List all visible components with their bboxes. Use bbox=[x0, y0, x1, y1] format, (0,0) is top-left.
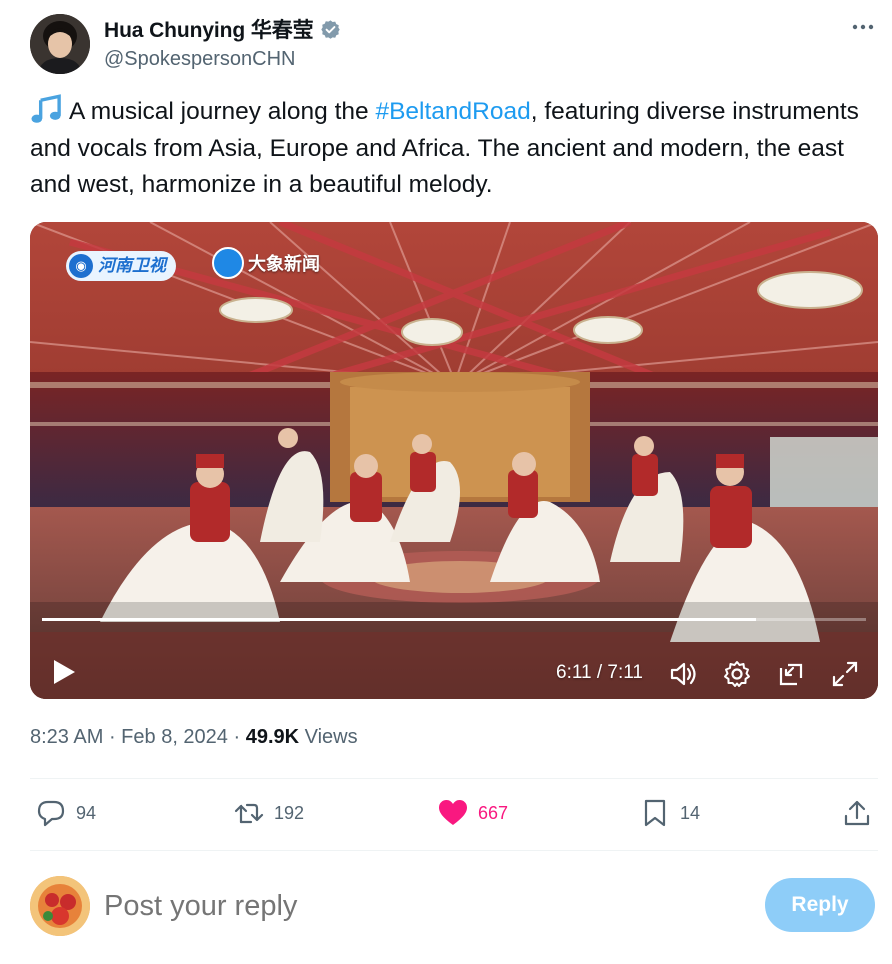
tweet-text-part1: A musical journey along the bbox=[69, 98, 376, 125]
daxiang-logo-text: 大象新闻 bbox=[248, 254, 320, 274]
tweet-meta: 8:23 AM · Feb 8, 2024 · 49.9K Views bbox=[30, 726, 358, 749]
henan-tv-logo-text: 河南卫视 bbox=[98, 256, 166, 275]
more-options-icon[interactable] bbox=[850, 14, 876, 40]
video-progress-bar[interactable] bbox=[42, 618, 866, 621]
video-current-time: 6:11 bbox=[556, 662, 592, 683]
fullscreen-icon[interactable] bbox=[830, 659, 860, 689]
video-progress-fill bbox=[42, 618, 756, 621]
tweet-date[interactable]: Feb 8, 2024 bbox=[121, 726, 228, 748]
video-time-separator: / bbox=[591, 662, 608, 683]
play-icon[interactable] bbox=[50, 657, 78, 687]
daxiang-news-logo: 大象新闻 bbox=[212, 246, 320, 280]
verified-badge-icon bbox=[320, 19, 340, 39]
repost-icon bbox=[234, 803, 264, 824]
like-count: 667 bbox=[478, 802, 509, 823]
meta-separator-2: · bbox=[227, 726, 246, 748]
bookmark-icon bbox=[644, 799, 666, 827]
bookmark-action[interactable]: 14 bbox=[640, 798, 700, 828]
bookmark-count: 14 bbox=[680, 802, 701, 823]
author-avatar[interactable] bbox=[30, 14, 90, 74]
tweet-time[interactable]: 8:23 AM bbox=[30, 726, 103, 748]
like-action[interactable]: 667 bbox=[438, 798, 508, 828]
volume-icon[interactable] bbox=[668, 659, 698, 689]
share-icon bbox=[844, 800, 870, 826]
repost-count: 192 bbox=[274, 802, 305, 823]
video-controls: 6:11 / 7:11 bbox=[30, 629, 878, 699]
share-action[interactable] bbox=[842, 798, 872, 828]
video-time: 6:11 / 7:11 bbox=[556, 662, 643, 684]
henan-tv-badge-icon: ◉ bbox=[69, 254, 93, 278]
settings-icon[interactable] bbox=[722, 659, 752, 689]
pip-icon[interactable] bbox=[776, 659, 806, 689]
video-duration: 7:11 bbox=[607, 662, 643, 683]
daxiang-logo-icon bbox=[212, 247, 244, 279]
views-count: 49.9K bbox=[245, 726, 300, 748]
video-player[interactable]: ◉ 河南卫视 大象新闻 6:11 / 7:11 bbox=[30, 222, 878, 699]
heart-filled-icon bbox=[439, 800, 467, 825]
tweet-text: A musical journey along the #BeltandRoad… bbox=[30, 94, 870, 204]
reply-input[interactable] bbox=[104, 886, 704, 926]
author-name[interactable]: Hua Chunying 华春莹 bbox=[104, 14, 314, 44]
hashtag-link[interactable]: #BeltandRoad bbox=[375, 98, 530, 125]
video-frame bbox=[30, 222, 878, 699]
views-label: Views bbox=[299, 726, 358, 748]
divider-bottom bbox=[30, 850, 878, 851]
reply-action[interactable]: 94 bbox=[36, 798, 96, 828]
reply-button[interactable]: Reply bbox=[765, 878, 875, 932]
henan-tv-logo: ◉ 河南卫视 bbox=[66, 251, 176, 281]
divider-top bbox=[30, 778, 878, 779]
reply-icon bbox=[37, 800, 65, 827]
tweet-actions: 94 192 667 14 bbox=[30, 792, 878, 838]
author-handle[interactable]: @SpokespersonCHN bbox=[104, 48, 296, 71]
user-avatar[interactable] bbox=[30, 876, 90, 936]
author-name-row[interactable]: Hua Chunying 华春莹 bbox=[104, 16, 341, 42]
music-notes-icon bbox=[31, 94, 61, 123]
reply-count: 94 bbox=[76, 802, 97, 823]
repost-action[interactable]: 192 bbox=[234, 798, 304, 828]
meta-separator: · bbox=[103, 726, 122, 748]
